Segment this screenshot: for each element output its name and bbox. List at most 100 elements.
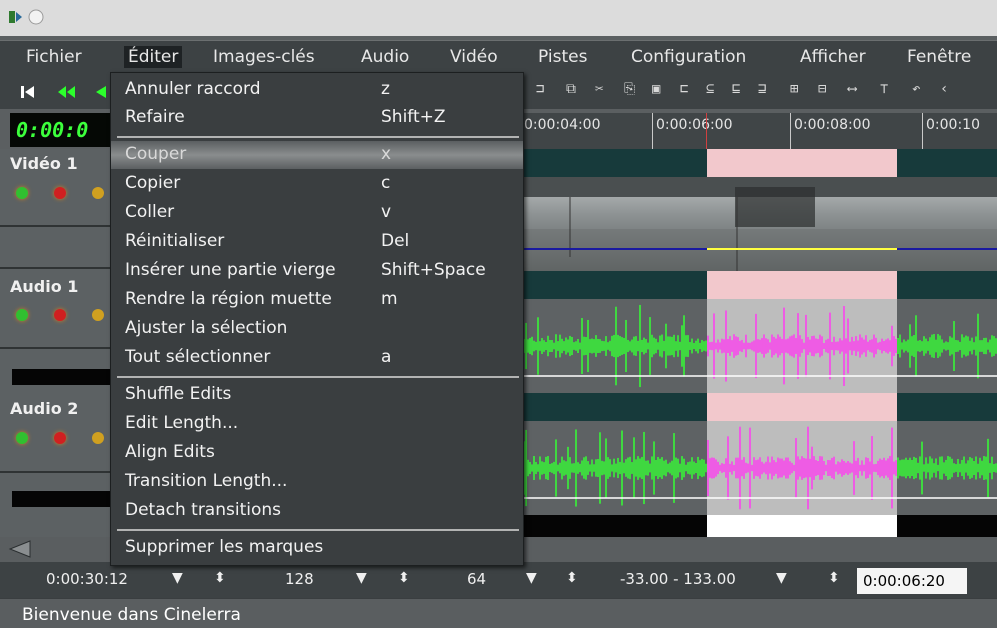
toolbar-icon-9[interactable]: ⊒: [758, 81, 766, 97]
toolbar-icon-10[interactable]: ⊞: [790, 81, 798, 97]
dropdown-arrow-icon[interactable]: ▼: [526, 570, 537, 586]
play-track-icon[interactable]: [16, 187, 28, 199]
toolbar-icon-7[interactable]: ⊆: [706, 81, 714, 97]
ruler-tick: 0:00:04:00: [524, 117, 601, 133]
selection-region: [707, 149, 897, 177]
toolbar-icon-15[interactable]: ‹: [940, 81, 948, 97]
menu-fenetre[interactable]: Fenêtre: [903, 46, 975, 68]
menu-item-coller[interactable]: Coller v: [111, 199, 523, 227]
menu-item-inserer-partie-vierge[interactable]: Insérer une partie vierge Shift+Space: [111, 257, 523, 285]
track-name[interactable]: Audio 1: [10, 277, 78, 296]
timeline-ruler[interactable]: 0:00:04:00 0:00:06:00 0:00:08:00 0:00:10: [520, 113, 997, 149]
undo-icon[interactable]: ↶: [912, 81, 920, 97]
amp-zoom-value[interactable]: 128: [285, 570, 314, 588]
cut-icon[interactable]: ✂: [595, 81, 603, 97]
menu-afficher[interactable]: Afficher: [796, 46, 870, 68]
up-down-arrows-icon[interactable]: ⬍: [214, 570, 226, 586]
record-track-icon[interactable]: [54, 432, 66, 444]
audio-meter: [12, 491, 112, 507]
position-field[interactable]: 0:00:06:20: [857, 568, 967, 594]
selection-region: [707, 271, 897, 299]
toolbar-icon-6[interactable]: ⊏: [680, 81, 688, 97]
selection-region: [707, 515, 897, 537]
fast-reverse-icon[interactable]: [56, 85, 78, 99]
audio-waveform: [520, 421, 997, 515]
menu-item-tout-selectionner[interactable]: Tout sélectionner a: [111, 344, 523, 372]
ruler-tick: 0:00:10: [926, 117, 980, 133]
toolbar-icon-12[interactable]: ⟷: [848, 81, 856, 97]
menu-item-detach-transitions[interactable]: Detach transitions: [111, 497, 523, 525]
audio-waveform: [520, 299, 997, 393]
selection-region: [707, 393, 897, 421]
time-display: 0:00:0: [10, 113, 118, 147]
scroll-left-icon[interactable]: [6, 539, 32, 559]
menu-item-transition-length[interactable]: Transition Length...: [111, 468, 523, 496]
ruler-marker: [922, 113, 923, 149]
toolbar-icon-8[interactable]: ⊑: [732, 81, 740, 97]
menu-item-ajuster-selection[interactable]: Ajuster la sélection: [111, 315, 523, 343]
zoom-bar: 0:00:30:12 ▼ ⬍ 128 ▼ ⬍ 64 ▼ ⬍ -33.00 - 1…: [0, 562, 997, 598]
menu-images-cles[interactable]: Images-clés: [209, 46, 319, 68]
menu-item-rendre-region-muette[interactable]: Rendre la région muette m: [111, 286, 523, 314]
menu-configuration[interactable]: Configuration: [627, 46, 750, 68]
playhead[interactable]: [706, 113, 707, 149]
ruler-tick: 0:00:08:00: [794, 117, 871, 133]
menu-video[interactable]: Vidéo: [446, 46, 502, 68]
track-divider: [0, 471, 116, 473]
track-name[interactable]: Vidéo 1: [10, 154, 78, 173]
dropdown-arrow-icon[interactable]: ▼: [172, 570, 183, 586]
up-down-arrows-icon[interactable]: ⬍: [398, 570, 410, 586]
play-track-icon[interactable]: [16, 432, 28, 444]
up-down-arrows-icon[interactable]: ⬍: [566, 570, 578, 586]
edit-handle: [520, 393, 707, 421]
paste-icon[interactable]: ▣: [652, 81, 660, 97]
sample-zoom-value[interactable]: 0:00:30:12: [46, 570, 128, 588]
menu-item-copier[interactable]: Copier c: [111, 170, 523, 198]
copy-icon[interactable]: ⎘: [624, 81, 635, 97]
track-zoom-value[interactable]: 64: [467, 570, 486, 588]
app-icon: [9, 11, 22, 23]
menu-pistes[interactable]: Pistes: [534, 46, 591, 68]
menu-fichier[interactable]: Fichier: [22, 46, 86, 68]
dropdown-arrow-icon[interactable]: ▼: [356, 570, 367, 586]
menu-item-refaire[interactable]: Refaire Shift+Z: [111, 104, 523, 132]
menu-item-edit-length[interactable]: Edit Length...: [111, 410, 523, 438]
edit-handle: [897, 149, 997, 177]
dropdown-arrow-icon[interactable]: ▼: [776, 570, 787, 586]
ruler-marker: [790, 113, 791, 149]
empty-track-area: [520, 515, 707, 537]
up-down-arrows-icon[interactable]: ⬍: [828, 570, 840, 586]
track-name[interactable]: Audio 2: [10, 399, 78, 418]
rewind-to-start-icon[interactable]: [20, 85, 36, 99]
toolbar-icon-11[interactable]: ⊟: [818, 81, 826, 97]
menu-separator: [117, 136, 519, 138]
gang-icon[interactable]: [92, 187, 104, 199]
reverse-play-icon[interactable]: [92, 85, 108, 99]
toolbar-icon-2[interactable]: ⧉: [566, 81, 576, 97]
menu-item-couper[interactable]: Couper x: [111, 141, 523, 169]
menu-item-reinitialiser[interactable]: Réinitialiser Del: [111, 228, 523, 256]
menu-editer[interactable]: Éditer: [124, 46, 183, 68]
window-control-icon[interactable]: [28, 9, 44, 25]
menu-separator: [117, 529, 519, 531]
patchbay: Vidéo 1 Audio 1 Audio 2: [0, 149, 116, 537]
menu-item-supprimer-marques[interactable]: Supprimer les marques: [111, 534, 523, 562]
record-track-icon[interactable]: [54, 187, 66, 199]
ruler-tick: 0:00:06:00: [656, 117, 733, 133]
gang-icon[interactable]: [92, 309, 104, 321]
menu-item-shuffle-edits[interactable]: Shuffle Edits: [111, 381, 523, 409]
toolbar-icon-1[interactable]: ⊐: [536, 81, 544, 97]
timeline-canvas[interactable]: [520, 149, 997, 537]
play-track-icon[interactable]: [16, 309, 28, 321]
gang-icon[interactable]: [92, 432, 104, 444]
edit-handle: [897, 393, 997, 421]
menu-item-annuler-raccord[interactable]: Annuler raccord z: [111, 76, 523, 104]
audio-meter: [12, 369, 112, 385]
record-track-icon[interactable]: [54, 309, 66, 321]
menu-item-align-edits[interactable]: Align Edits: [111, 439, 523, 467]
range-value[interactable]: -33.00 - 133.00: [620, 570, 736, 588]
edit-handle: [520, 149, 707, 177]
menu-separator: [117, 376, 519, 378]
toolbar-icon-13[interactable]: ⊤: [880, 81, 888, 97]
menu-audio[interactable]: Audio: [357, 46, 413, 68]
